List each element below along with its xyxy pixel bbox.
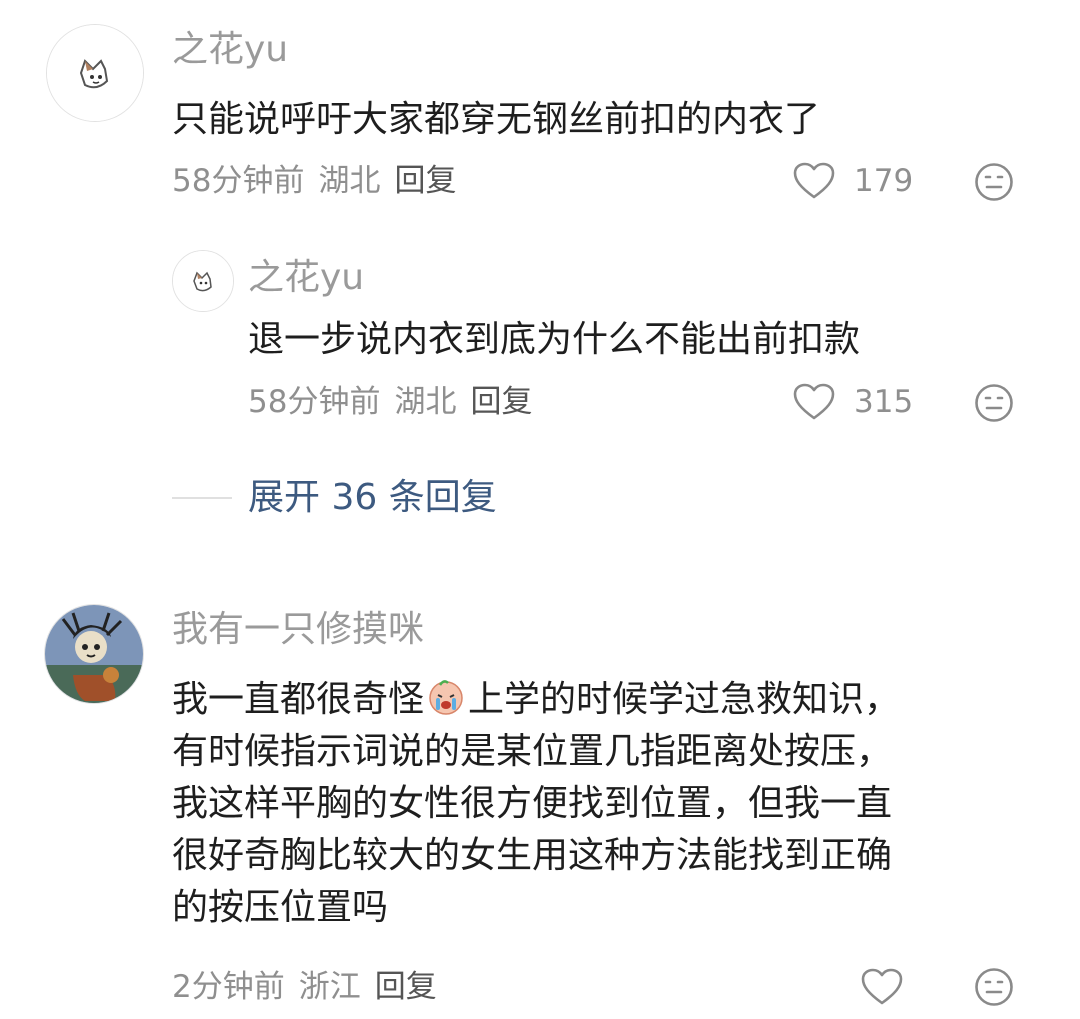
cartoon-avatar-icon: [45, 605, 143, 703]
username[interactable]: 之花yu: [248, 256, 364, 300]
username[interactable]: 我有一只修摸咪: [172, 608, 424, 652]
comment-meta: 2分钟前 浙江 回复: [172, 967, 451, 1007]
reply-button[interactable]: 回复: [375, 969, 437, 1005]
like-button[interactable]: 179: [792, 161, 913, 201]
comment-line: 很好奇胸比较大的女生用这种方法能找到正确: [172, 835, 893, 876]
neutral-face-icon[interactable]: [974, 383, 1014, 423]
location: 湖北: [394, 384, 457, 420]
comment-line: 有时候指示词说的是某位置几指距离处按压，: [172, 731, 893, 772]
reply-line: 退一步说内衣到底为什么不能出前扣款: [248, 319, 861, 360]
heart-outline-icon: [793, 162, 835, 199]
timestamp: 58分钟前: [248, 384, 381, 420]
reply-meta: 58分钟前 湖北 回复: [248, 382, 546, 422]
cat-avatar-icon: [47, 25, 143, 121]
avatar[interactable]: [46, 24, 144, 122]
expand-replies-label: 展开 36 条回复: [248, 477, 497, 518]
like-button[interactable]: [860, 967, 904, 1007]
neutral-face-icon[interactable]: [974, 967, 1014, 1007]
neutral-face-icon[interactable]: [974, 162, 1014, 202]
like-count: 179: [854, 163, 914, 199]
timestamp: 2分钟前: [172, 969, 285, 1005]
reply-button[interactable]: 回复: [470, 384, 532, 420]
expand-replies-button[interactable]: 展开 36 条回复: [172, 476, 497, 520]
comment-line: 我一直都很奇怪 上学的时候学过急救知识，: [172, 679, 901, 720]
location: 浙江: [298, 969, 361, 1005]
cat-avatar-icon: [173, 251, 233, 311]
comment-line: 我这样平胸的女性很方便找到位置，但我一直: [172, 783, 893, 824]
heart-outline-icon: [861, 968, 903, 1005]
heart-outline-icon: [793, 383, 835, 420]
like-button[interactable]: 315: [792, 382, 913, 422]
reply-text: 退一步说内衣到底为什么不能出前扣款: [248, 314, 860, 366]
comment-text: 只能说呼吁大家都穿无钢丝前扣的内衣了: [172, 94, 820, 146]
divider: [172, 497, 232, 499]
reply-button[interactable]: 回复: [394, 163, 456, 199]
comment-line: 只能说呼吁大家都穿无钢丝前扣的内衣了: [172, 99, 821, 140]
like-count: 315: [854, 384, 914, 420]
comment-text: 我一直都很奇怪 上学的时候学过急救知识， 有时候指示词说的是某位置几指距离处按压，…: [172, 674, 900, 934]
avatar[interactable]: [44, 604, 144, 704]
avatar[interactable]: [172, 250, 234, 312]
crying-face-emoji: [429, 680, 463, 715]
comment-line: 的按压位置吗: [172, 887, 389, 928]
username[interactable]: 之花yu: [172, 28, 288, 72]
location: 湖北: [318, 163, 381, 199]
timestamp: 58分钟前: [172, 163, 305, 199]
comment-meta: 58分钟前 湖北 回复: [172, 161, 470, 201]
